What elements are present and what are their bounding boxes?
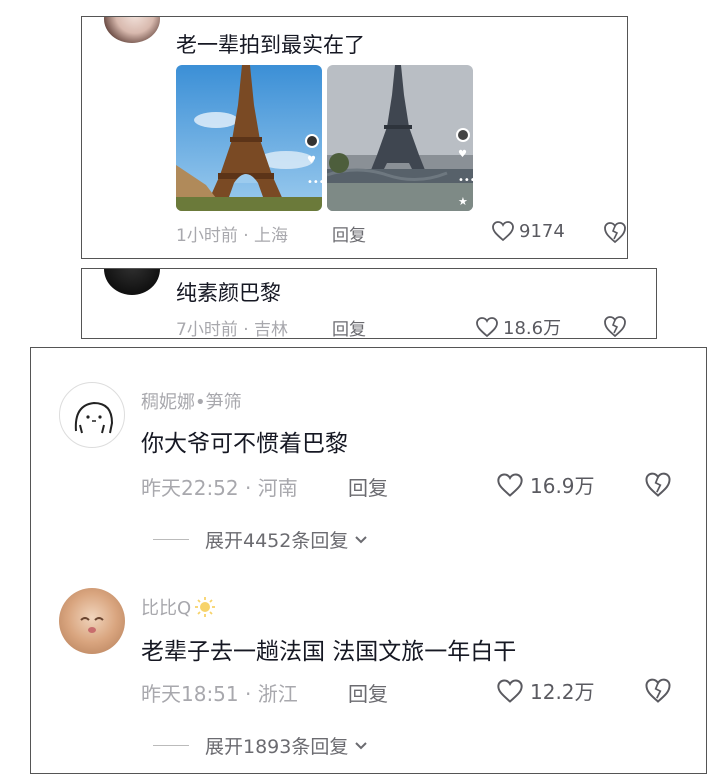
photo-thumbnail[interactable]: ♥ ••• — [176, 65, 322, 211]
comment-card-1: 老一辈拍到最实在了 ♥ ••• — [81, 16, 628, 259]
comment-time: 7小时前 — [176, 320, 238, 339]
heart-icon — [476, 317, 498, 338]
comment-text: 你大爷可不惯着巴黎 — [141, 431, 348, 457]
chevron-down-icon — [355, 535, 368, 543]
meta-separator: · — [245, 476, 252, 500]
avatar[interactable] — [59, 588, 125, 654]
divider-line — [153, 745, 189, 746]
comment-text: 纯素颜巴黎 — [176, 281, 281, 305]
meta-separator: · — [245, 682, 252, 706]
username[interactable]: 稠妮娜•笋筛 — [141, 388, 242, 414]
svg-text:♥: ♥ — [458, 149, 467, 160]
comment-time: 昨天18:51 — [141, 682, 239, 706]
expand-replies-label: 展开1893条回复 — [205, 736, 349, 758]
heart-icon — [497, 473, 523, 497]
comment-meta: 7小时前 · 吉林 — [176, 315, 289, 339]
like-count: 18.6万 — [503, 318, 562, 339]
cat-avatar-icon — [80, 617, 104, 633]
like-count: 16.9万 — [530, 474, 595, 498]
comment-location: 吉林 — [254, 320, 289, 339]
comment-meta: 1小时前 · 上海 — [176, 221, 288, 246]
comment-time: 昨天22:52 — [141, 476, 239, 500]
expand-replies-label: 展开4452条回复 — [205, 530, 349, 552]
avatar[interactable] — [104, 17, 160, 43]
photo-thumbnail[interactable]: ♥ ••• ★ — [327, 65, 473, 211]
like-button[interactable]: 9174 — [491, 220, 565, 242]
expand-replies-button[interactable]: 展开1893条回复 — [153, 732, 368, 759]
reply-button[interactable]: 回复 — [348, 678, 388, 707]
like-button[interactable]: 18.6万 — [475, 314, 562, 339]
like-count: 12.2万 — [530, 680, 595, 704]
like-count: 9174 — [519, 220, 565, 242]
comment-card-3: 稠妮娜•笋筛 你大爷可不惯着巴黎 昨天22:52 · 河南 回复 16.9万 展… — [30, 347, 707, 774]
meta-separator: · — [243, 226, 249, 246]
svg-text:♥: ♥ — [307, 155, 316, 166]
heart-icon — [497, 679, 523, 703]
comment-meta: 昨天22:52 · 河南 — [141, 472, 298, 501]
svg-text:★: ★ — [458, 195, 468, 208]
expand-replies-button[interactable]: 展开4452条回复 — [153, 526, 368, 553]
comment-text: 老辈子去一趟法国 法国文旅一年白干 — [141, 639, 517, 665]
dislike-icon[interactable] — [643, 676, 673, 704]
like-button[interactable]: 16.9万 — [496, 470, 595, 499]
comment-meta: 昨天18:51 · 浙江 — [141, 678, 298, 707]
avatar[interactable] — [104, 269, 160, 295]
heart-icon — [492, 221, 514, 242]
comment-card-2: 纯素颜巴黎 7小时前 · 吉林 回复 18.6万 — [81, 268, 657, 339]
comment-time: 1小时前 — [176, 226, 238, 246]
eiffel-tower-photo: ♥ ••• ★ — [327, 65, 473, 211]
avatar[interactable] — [59, 382, 125, 448]
comment-location: 上海 — [254, 226, 289, 246]
chevron-down-icon — [355, 741, 368, 749]
sun-badge-icon — [195, 597, 216, 617]
comment-text: 老一辈拍到最实在了 — [176, 33, 365, 57]
username-text: 比比Q — [141, 598, 192, 619]
like-button[interactable]: 12.2万 — [496, 676, 595, 705]
eiffel-tower-photo: ♥ ••• — [176, 65, 322, 211]
reply-button[interactable]: 回复 — [332, 221, 366, 246]
dislike-icon[interactable] — [602, 220, 628, 244]
username[interactable]: 比比Q — [141, 594, 216, 620]
comment-location: 浙江 — [257, 682, 298, 706]
cartoon-avatar-icon — [74, 401, 114, 434]
dislike-icon[interactable] — [643, 470, 673, 498]
meta-separator: · — [243, 320, 249, 339]
svg-text:•••: ••• — [307, 177, 322, 188]
comment-location: 河南 — [257, 476, 298, 500]
divider-line — [153, 539, 189, 540]
reply-button[interactable]: 回复 — [348, 472, 388, 501]
dislike-icon[interactable] — [602, 314, 628, 338]
reply-button[interactable]: 回复 — [332, 315, 366, 338]
svg-text:•••: ••• — [458, 175, 473, 186]
